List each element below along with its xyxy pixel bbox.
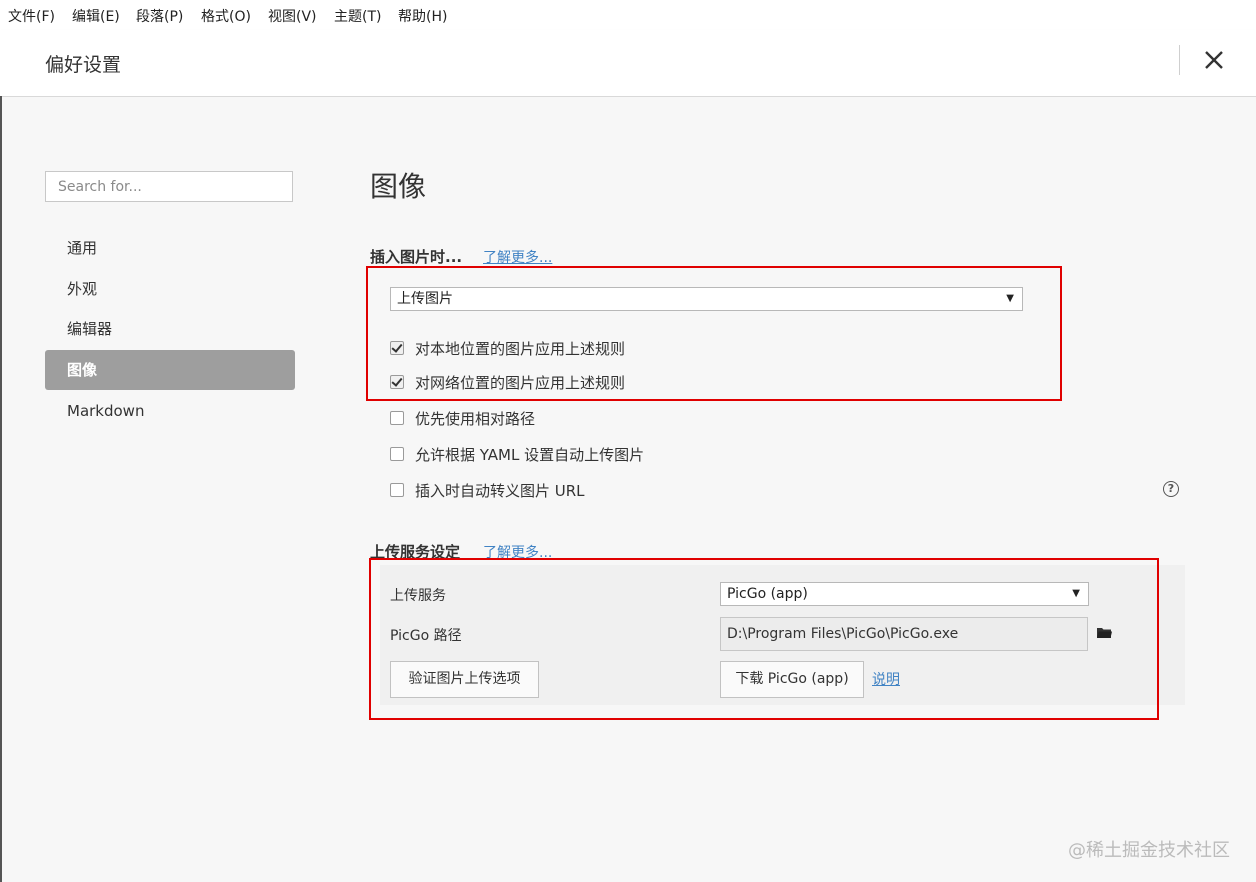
question-circle-icon[interactable]: ? <box>1163 481 1179 497</box>
upload-service-label: 上传服务 <box>390 588 446 604</box>
upload-service-select[interactable]: PicGo (app) ▼ <box>720 582 1089 606</box>
explain-link[interactable]: 说明 <box>872 669 900 689</box>
menu-bar: 文件(F) 编辑(E) 段落(P) 格式(O) 视图(V) 主题(T) 帮助(H… <box>0 0 1256 30</box>
watermark: @稀土掘金技术社区 <box>1068 840 1230 861</box>
checkbox-checked-icon[interactable] <box>390 341 404 355</box>
upload-service-value: PicGo (app) <box>727 586 808 602</box>
dropdown-arrow-icon: ▼ <box>1006 293 1014 304</box>
section-title: 图像 <box>370 170 427 203</box>
sidebar-item-label: 外观 <box>67 280 98 298</box>
checkbox-unchecked-icon[interactable] <box>390 447 404 461</box>
sidebar-item-label: 通用 <box>67 239 98 257</box>
sidebar-item-image[interactable]: 图像 <box>45 350 295 390</box>
checkbox-label: 插入时自动转义图片 URL <box>415 482 585 500</box>
download-picgo-button[interactable]: 下载 PicGo (app) <box>720 661 864 698</box>
menu-paragraph[interactable]: 段落(P) <box>136 6 183 26</box>
menu-help[interactable]: 帮助(H) <box>398 6 447 26</box>
header-divider <box>1179 45 1180 75</box>
upload-service-group-label: 上传服务设定 <box>370 543 461 561</box>
checkbox-label: 对本地位置的图片应用上述规则 <box>415 340 626 358</box>
sidebar-item-general[interactable]: 通用 <box>45 228 295 268</box>
checkbox-label: 允许根据 YAML 设置自动上传图片 <box>415 446 645 464</box>
dialog-header: 偏好设置 <box>0 30 1256 97</box>
picgo-path-label: PicGo 路径 <box>390 628 462 644</box>
checkbox-label: 对网络位置的图片应用上述规则 <box>415 374 626 392</box>
sidebar-item-label: Markdown <box>67 402 145 420</box>
preferences-content <box>2 97 1256 882</box>
checkbox-unchecked-icon[interactable] <box>390 411 404 425</box>
insert-action-select[interactable]: 上传图片 ▼ <box>390 287 1023 311</box>
sidebar-item-editor[interactable]: 编辑器 <box>45 309 295 349</box>
picgo-path-value: D:\Program Files\PicGo\PicGo.exe <box>727 626 959 642</box>
picgo-path-field[interactable]: D:\Program Files\PicGo\PicGo.exe <box>720 617 1088 651</box>
menu-theme[interactable]: 主题(T) <box>334 6 381 26</box>
checkbox-checked-icon[interactable] <box>390 375 404 389</box>
menu-edit[interactable]: 编辑(E) <box>72 6 120 26</box>
menu-file[interactable]: 文件(F) <box>8 6 55 26</box>
sidebar-item-label: 图像 <box>67 361 98 379</box>
dialog-title: 偏好设置 <box>45 54 122 76</box>
checkbox-label: 优先使用相对路径 <box>415 410 536 428</box>
sidebar-item-label: 编辑器 <box>67 320 113 338</box>
search-input[interactable] <box>45 171 293 202</box>
insert-image-group-label: 插入图片时... <box>370 248 463 266</box>
menu-view[interactable]: 视图(V) <box>268 6 317 26</box>
close-button[interactable] <box>1198 44 1230 76</box>
folder-icon[interactable] <box>1097 627 1112 639</box>
checkbox-unchecked-icon[interactable] <box>390 483 404 497</box>
sidebar-item-markdown[interactable]: Markdown <box>45 391 295 431</box>
dropdown-arrow-icon: ▼ <box>1072 588 1080 599</box>
download-picgo-label: 下载 PicGo (app) <box>735 671 849 687</box>
close-icon <box>1205 51 1223 69</box>
upload-learn-more-link[interactable]: 了解更多... <box>483 542 552 562</box>
menu-format[interactable]: 格式(O) <box>201 6 251 26</box>
verify-upload-button[interactable]: 验证图片上传选项 <box>390 661 539 698</box>
insert-learn-more-link[interactable]: 了解更多... <box>483 247 552 267</box>
sidebar-item-appearance[interactable]: 外观 <box>45 269 295 309</box>
insert-action-value: 上传图片 <box>397 291 453 307</box>
verify-upload-label: 验证图片上传选项 <box>408 671 521 687</box>
